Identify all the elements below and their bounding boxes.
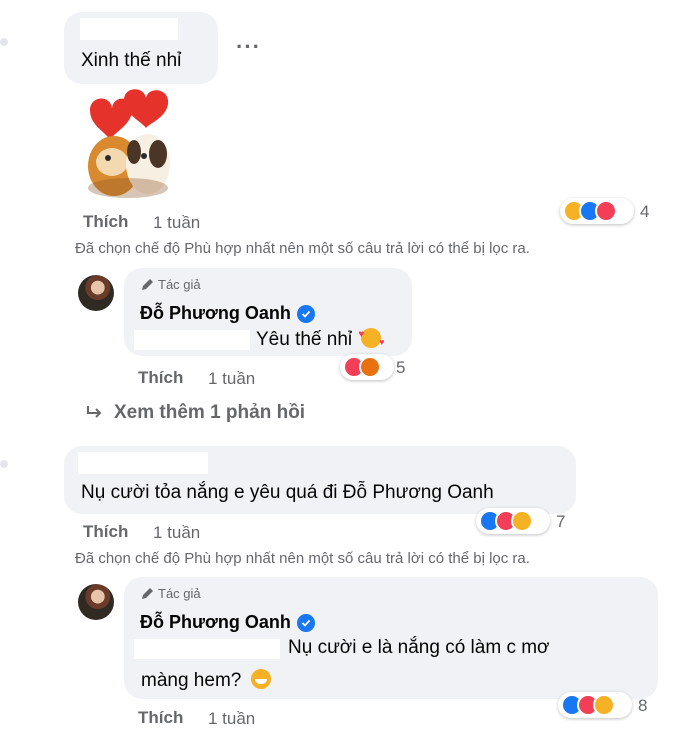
reply-text: Yêu thế nhỉ ♥ ♥: [256, 328, 385, 351]
redacted-mention: [134, 330, 250, 350]
thread-edge-mark: [0, 38, 8, 46]
like-button[interactable]: Thích: [138, 708, 183, 728]
author-badge-label: Tác giả: [158, 277, 201, 292]
author-name-text: Đỗ Phương Oanh: [140, 612, 291, 632]
author-avatar[interactable]: [78, 275, 114, 311]
redacted-commenter-name: [80, 18, 178, 40]
reply-bubble: Tác giả Đỗ Phương Oanh Yêu thế nhỉ ♥ ♥: [124, 268, 412, 356]
pen-icon: [142, 587, 153, 599]
reaction-summary[interactable]: [340, 354, 394, 380]
smiling-hearts-emoji-icon: ♥ ♥: [358, 328, 385, 348]
grinning-emoji-icon: [250, 669, 271, 689]
comment-bubble: Nụ cười tỏa nắng e yêu quá đi Đỗ Phương …: [64, 446, 576, 514]
reply-bubble: Tác giả Đỗ Phương Oanh Nụ cười e là nắng…: [124, 577, 658, 699]
author-name[interactable]: Đỗ Phương Oanh: [140, 612, 315, 633]
reply-arrow-icon: [87, 406, 102, 418]
reply-time[interactable]: 1 tuần: [208, 709, 255, 729]
redacted-commenter-name: [78, 452, 208, 474]
reply-text-line-2: màng hem?: [141, 669, 271, 692]
reaction-summary[interactable]: [560, 198, 634, 224]
dog-love-sticker: [68, 88, 180, 204]
mention-link[interactable]: Đỗ Phương Oanh: [343, 482, 494, 503]
reaction-count: 4: [640, 202, 650, 221]
view-more-replies[interactable]: Xem thêm 1 phản hồi: [86, 402, 305, 424]
comment-text: Nụ cười tỏa nắng e yêu quá đi Đỗ Phương …: [81, 482, 494, 504]
like-button[interactable]: Thích: [83, 212, 128, 232]
author-badge-label: Tác giả: [158, 586, 201, 601]
haha-icon: [593, 694, 615, 716]
reaction-summary[interactable]: [558, 692, 632, 718]
filter-notice: Đã chọn chế độ Phù hợp nhất nên một số c…: [75, 240, 530, 257]
comment-time[interactable]: 1 tuần: [153, 523, 200, 543]
filter-notice: Đã chọn chế độ Phù hợp nhất nên một số c…: [75, 550, 530, 567]
comment-text: Xinh thế nhỉ: [81, 50, 182, 71]
view-more-label: Xem thêm 1 phản hồi: [114, 402, 306, 423]
author-name[interactable]: Đỗ Phương Oanh: [140, 303, 315, 324]
reaction-count: 8: [638, 696, 648, 715]
reply-time[interactable]: 1 tuần: [208, 369, 255, 389]
reaction-count: 5: [396, 358, 406, 377]
redacted-mention: [134, 639, 280, 659]
like-button[interactable]: Thích: [83, 522, 128, 542]
reply-text-line-2-content: màng hem?: [141, 670, 242, 691]
love-icon: [595, 200, 617, 222]
pen-icon: [142, 278, 153, 290]
comment-time[interactable]: 1 tuần: [153, 213, 200, 233]
reaction-summary[interactable]: [476, 508, 550, 534]
reply-text-content: Yêu thế nhỉ: [256, 329, 353, 350]
comment-bubble: Xinh thế nhỉ: [64, 12, 218, 84]
care-icon: [511, 510, 533, 532]
comment-text-content: Nụ cười tỏa nắng e yêu quá đi: [81, 482, 343, 503]
more-options-icon[interactable]: ···: [236, 34, 261, 60]
reaction-count: 7: [556, 512, 566, 531]
reply-text-line-1: Nụ cười e là nắng có làm c mơ: [288, 637, 550, 658]
author-avatar[interactable]: [78, 584, 114, 620]
angry-icon: [359, 356, 381, 378]
verified-icon: [296, 613, 315, 632]
like-button[interactable]: Thích: [138, 368, 183, 388]
author-name-text: Đỗ Phương Oanh: [140, 303, 291, 323]
author-badge: Tác giả: [140, 277, 201, 292]
verified-icon: [296, 304, 315, 323]
thread-edge-mark: [0, 460, 8, 468]
author-badge: Tác giả: [140, 586, 201, 601]
